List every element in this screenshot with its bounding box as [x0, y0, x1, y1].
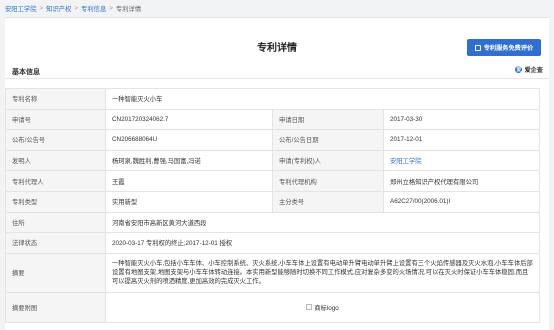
breadcrumb-separator: > [109, 4, 113, 12]
table-row: 专利类型 实用新型 主分类号 A62C27/00(2006.01)I [5, 190, 540, 213]
breadcrumb-link-school[interactable]: 安阳工学院 [5, 4, 36, 13]
drawing-cell: 商标logo [105, 291, 540, 323]
broken-image-icon [306, 304, 313, 311]
pub-no-value: CN206688064U [105, 129, 273, 151]
abstract-value: 一种智能灭火小车,包括小车车体、小车控制系统、灭火系统,小车车体上设置有电动单升… [105, 252, 540, 293]
name-value: 一种智能灭火小车 [105, 88, 540, 110]
app-date-value: 2017-03-30 [383, 108, 540, 131]
class-label: 主分类号 [272, 190, 384, 213]
pub-date-value: 2017-12-01 [383, 129, 540, 151]
drawing-alt-text: 商标logo [314, 304, 339, 312]
table-row: 摘要 一种智能灭火小车,包括小车车体、小车控制系统、灭火系统,小车车体上设置有电… [5, 252, 540, 293]
class-value: A62C27/00(2006.01)I [383, 190, 540, 213]
table-row: 专利代理人 王霞 专利代理机构 郑州立格知识产权代理有限公司 [5, 170, 540, 192]
source-logo-text: 爱企查 [524, 67, 543, 74]
address-label: 住所 [5, 211, 106, 234]
applicant-label: 申请(专利权)人 [272, 149, 384, 172]
applicant-link[interactable]: 安阳工学院 [383, 149, 540, 172]
section-title: 基本信息 [12, 69, 40, 76]
name-label: 专利名称 [5, 88, 106, 110]
evaluate-button-label: 专利服务免费评价 [483, 45, 534, 52]
inventor-value: 杨珂泉,魏胜利,曹强,马国富,冯诺 [105, 149, 273, 172]
app-date-label: 申请日期 [272, 108, 384, 131]
breadcrumb-link-patent-info[interactable]: 专利信息 [81, 4, 106, 13]
breadcrumb: 安阳工学院 > 知识产权 > 专利信息 > 专利详情 [5, 0, 141, 16]
drawing-label: 摘要附图 [5, 291, 106, 323]
type-label: 专利类型 [5, 190, 106, 213]
breadcrumb-separator: > [39, 4, 44, 12]
type-value: 实用新型 [105, 190, 273, 213]
breadcrumb-separator: > [74, 4, 79, 12]
breadcrumb-current: 专利详情 [115, 5, 142, 13]
aiqicha-logo-icon: 爱 [515, 66, 523, 73]
evaluate-button[interactable]: 专利服务免费评价 [467, 39, 541, 56]
table-row: 法律状态 2020-03-17 专利权的终止;2017-12-01 授权 [5, 232, 540, 254]
inventor-label: 发明人 [5, 149, 106, 172]
patent-info-table: 专利名称 一种智能灭火小车 申请号 CN201720324062.7 申请日期 … [5, 88, 540, 323]
table-row: 发明人 杨珂泉,魏胜利,曹强,马国富,冯诺 申请(专利权)人 安阳工学院 [5, 149, 540, 172]
breadcrumb-link-ip[interactable]: 知识产权 [46, 4, 71, 13]
document-icon [474, 44, 481, 51]
table-row: 申请号 CN201720324062.7 申请日期 2017-03-30 [5, 108, 540, 131]
abstract-drawing: 商标logo [112, 293, 533, 321]
source-logo[interactable]: 爱 爱企查 [515, 65, 543, 74]
legal-label: 法律状态 [5, 232, 106, 254]
table-row: 摘要附图 商标logo [5, 291, 540, 323]
address-value: 河南省安阳市高新区黄河大道西段 [105, 211, 540, 234]
legal-value: 2020-03-17 专利权的终止;2017-12-01 授权 [105, 232, 540, 254]
pub-date-label: 公布/公告日期 [272, 129, 384, 151]
agent-value: 王霞 [105, 170, 273, 192]
table-row: 专利名称 一种智能灭火小车 [5, 88, 540, 110]
table-row: 住所 河南省安阳市高新区黄河大道西段 [5, 211, 540, 234]
app-no-value: CN201720324062.7 [105, 108, 273, 131]
divider [5, 78, 549, 79]
abstract-label: 摘要 [5, 252, 106, 293]
pub-no-label: 公布/公告号 [5, 129, 106, 151]
table-row: 公布/公告号 CN206688064U 公布/公告日期 2017-12-01 [5, 129, 540, 151]
agent-label: 专利代理人 [5, 170, 106, 192]
agency-value: 郑州立格知识产权代理有限公司 [383, 170, 540, 192]
agency-label: 专利代理机构 [272, 170, 384, 192]
app-no-label: 申请号 [5, 108, 106, 131]
